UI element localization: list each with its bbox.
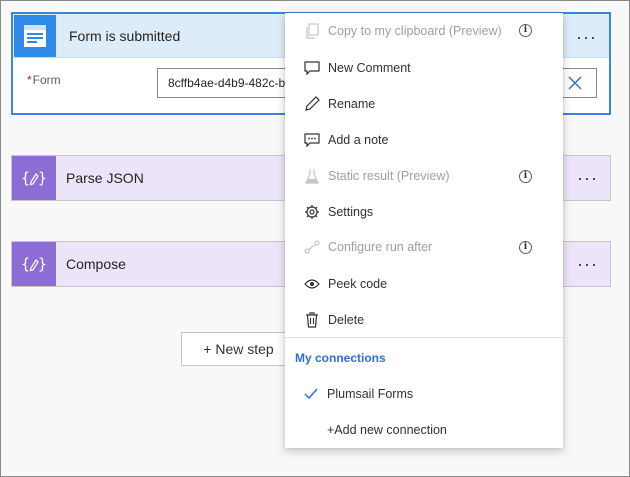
gear-icon — [303, 203, 321, 221]
svg-text:}: } — [38, 255, 47, 273]
svg-text:{: { — [21, 169, 30, 187]
svg-text:{: { — [21, 255, 30, 273]
menu-item-delete[interactable]: Delete — [285, 302, 563, 338]
flask-icon — [303, 167, 321, 185]
menu-item-settings[interactable]: Settings — [285, 194, 563, 230]
menu-item-configure-run-after[interactable]: Configure run after i — [285, 229, 563, 265]
data-operation-icon: { } — [12, 242, 56, 286]
pencil-icon — [303, 95, 321, 113]
menu-item-rename[interactable]: Rename — [285, 86, 563, 122]
info-icon[interactable]: i — [519, 170, 532, 183]
info-icon[interactable]: i — [519, 241, 532, 254]
new-step-button[interactable]: + New step — [181, 332, 296, 366]
svg-text:}: } — [38, 169, 47, 187]
action-title-parse-json: Parse JSON — [66, 170, 144, 186]
menu-item-peek-code[interactable]: Peek code — [285, 266, 563, 302]
data-operation-icon: { } — [12, 156, 56, 200]
trigger-title: Form is submitted — [69, 27, 181, 44]
note-icon — [303, 131, 321, 149]
menu-item-add-note[interactable]: Add a note — [285, 122, 563, 158]
form-icon — [14, 14, 56, 57]
trigger-more-options-button[interactable]: ··· — [576, 28, 597, 46]
required-marker: * — [27, 73, 32, 87]
checkmark-icon — [304, 388, 322, 400]
action-title-compose: Compose — [66, 256, 126, 272]
add-new-connection-link[interactable]: +Add new connection — [285, 415, 563, 445]
compose-more-options-button[interactable]: ··· — [577, 255, 598, 273]
card-context-menu: Copy to my clipboard (Preview) i New Com… — [285, 13, 563, 448]
form-field-label: *Form — [27, 73, 61, 87]
info-icon[interactable]: i — [519, 24, 532, 37]
run-after-icon — [303, 238, 321, 256]
menu-item-copy-to-clipboard[interactable]: Copy to my clipboard (Preview) i — [285, 13, 563, 49]
eye-icon — [303, 275, 321, 293]
menu-item-new-comment[interactable]: New Comment — [285, 50, 563, 86]
connection-plumsail-forms[interactable]: Plumsail Forms — [285, 379, 563, 409]
trash-icon — [303, 311, 321, 329]
close-icon — [568, 76, 582, 90]
copy-icon — [303, 22, 321, 40]
my-connections-heading: My connections — [295, 351, 386, 365]
clear-form-button[interactable] — [563, 71, 587, 95]
comment-icon — [303, 59, 321, 77]
parse-json-more-options-button[interactable]: ··· — [577, 169, 598, 187]
menu-divider — [285, 337, 563, 338]
menu-item-static-result[interactable]: Static result (Preview) i — [285, 158, 563, 194]
